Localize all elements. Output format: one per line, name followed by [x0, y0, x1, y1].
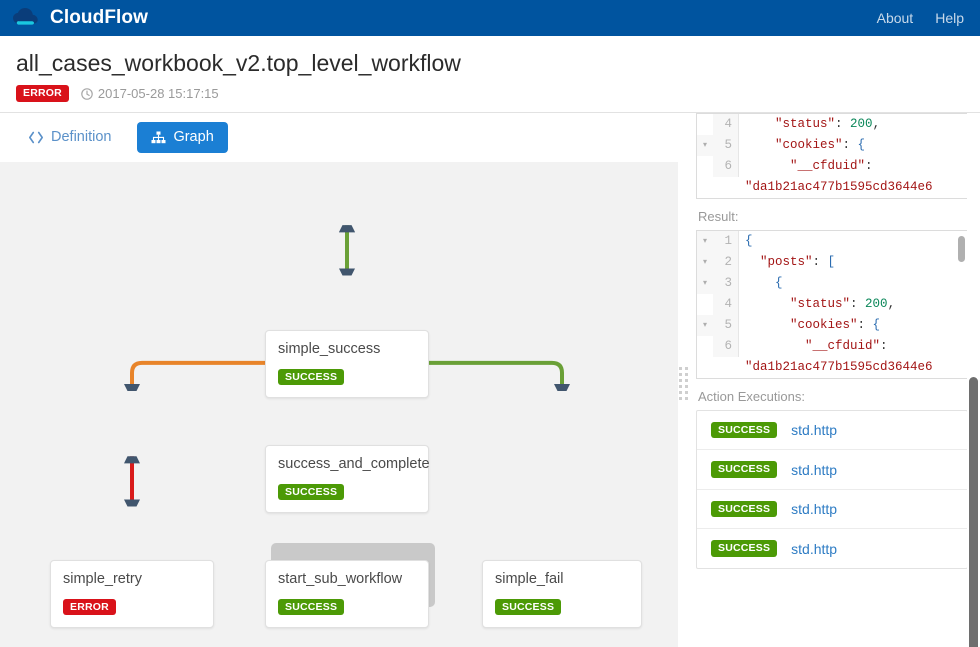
code-line: 4 "status": 200, — [697, 293, 967, 315]
execution-status-badge: SUCCESS — [711, 421, 778, 439]
fold-toggle-icon[interactable]: ▾ — [697, 251, 713, 273]
action-execution-row[interactable]: SUCCESS std.http — [697, 529, 967, 568]
execution-status-badge: SUCCESS — [711, 500, 778, 518]
code-line: 4 "status": 200, — [697, 113, 967, 135]
code-line: 6 "__cfduid": — [697, 155, 967, 177]
node-status-badge: SUCCESS — [278, 598, 345, 616]
clock-icon — [81, 87, 93, 100]
code-line: ▾ 5 "cookies": { — [697, 314, 967, 336]
code-wrapped-line: "da1b21ac477b1595cd3644e6 — [745, 179, 933, 194]
action-executions-list: SUCCESS std.http SUCCESS std.http SUCCES… — [696, 409, 968, 569]
left-column: Definition Graph simple_success SUCCESS … — [0, 112, 678, 647]
line-number: 1 — [713, 230, 739, 252]
action-execution-row[interactable]: SUCCESS std.http — [697, 450, 967, 490]
line-number: 2 — [713, 251, 739, 273]
node-title: success_and_complete — [278, 455, 430, 472]
code-line: ▾ 1 { — [697, 230, 967, 252]
code-brackets-icon — [28, 131, 44, 144]
grip-dots-icon — [678, 366, 688, 400]
cloud-icon — [12, 6, 42, 30]
code-line: ▾ 5 "cookies": { — [697, 134, 967, 156]
graph-node-success-and-complete[interactable]: success_and_complete SUCCESS — [265, 444, 430, 514]
page-header: all_cases_workbook_v2.top_level_workflow… — [0, 36, 980, 112]
action-execution-row[interactable]: SUCCESS std.http — [697, 490, 967, 530]
execution-action-link[interactable]: std.http — [791, 541, 837, 557]
code-content: "cookies": { — [775, 137, 866, 152]
sitemap-icon — [151, 131, 166, 144]
node-title: start_sub_workflow — [278, 570, 403, 587]
timestamp-text: 2017-05-28 15:17:15 — [97, 86, 219, 102]
result-code-viewer[interactable]: ▾ 1 { ▾ 2 "posts": [ ▾ 3 { 4 "status": 2… — [696, 229, 968, 379]
nav-link-about[interactable]: About — [877, 10, 914, 26]
fold-toggle-icon[interactable]: ▾ — [697, 314, 713, 336]
code-content: "__cfduid": — [805, 338, 888, 353]
result-label: Result: — [698, 208, 739, 224]
execution-action-link[interactable]: std.http — [791, 462, 837, 478]
line-number: 6 — [713, 335, 739, 357]
top-navbar: CloudFlow About Help — [0, 0, 980, 36]
node-title: simple_success — [278, 340, 381, 357]
code-wrapped-line: "da1b21ac477b1595cd3644e6 — [745, 359, 933, 374]
code-content: { — [775, 275, 783, 290]
line-number: 4 — [713, 113, 739, 135]
tab-definition[interactable]: Definition — [14, 122, 125, 153]
graph-node-simple-success[interactable]: simple_success SUCCESS — [265, 329, 429, 399]
page-scrollbar-thumb[interactable] — [969, 376, 978, 647]
timestamp: 2017-05-28 15:17:15 — [81, 86, 219, 101]
line-number: 6 — [713, 155, 739, 177]
tab-graph-label: Graph — [173, 128, 214, 145]
panel-resize-handle[interactable] — [678, 112, 688, 647]
body-wrap: Definition Graph simple_success SUCCESS … — [0, 111, 980, 647]
fold-toggle-icon[interactable]: ▾ — [697, 134, 713, 156]
nav-link-help[interactable]: Help — [935, 10, 964, 26]
page-meta: ERROR 2017-05-28 15:17:15 — [16, 85, 964, 102]
tab-definition-label: Definition — [51, 128, 112, 145]
tab-graph[interactable]: Graph — [137, 121, 228, 153]
code-content: "status": 200, — [775, 116, 881, 131]
code-line: ▾ 2 "posts": [ — [697, 251, 967, 273]
details-panel: 4 "status": 200, ▾ 5 "cookies": { 6 "__c… — [688, 112, 980, 647]
status-badge: ERROR — [16, 85, 69, 102]
node-title: simple_fail — [495, 570, 564, 587]
action-executions-label: Action Executions: — [698, 388, 805, 404]
node-status-badge: SUCCESS — [278, 368, 345, 386]
code-line: ▾ 3 { — [697, 272, 967, 294]
execution-action-link[interactable]: std.http — [791, 501, 837, 517]
fold-toggle-icon[interactable]: ▾ — [697, 272, 713, 294]
execution-status-badge: SUCCESS — [711, 540, 778, 557]
action-execution-row[interactable]: SUCCESS std.http — [697, 411, 967, 451]
input-code-viewer[interactable]: 4 "status": 200, ▾ 5 "cookies": { 6 "__c… — [696, 112, 968, 199]
code-content: { — [745, 233, 753, 248]
code-content: "posts": [ — [760, 254, 836, 269]
code-line: 6 "__cfduid": — [697, 335, 967, 357]
graph-node-simple-retry[interactable]: simple_retry ERROR — [50, 559, 214, 629]
node-status-badge: SUCCESS — [278, 483, 345, 501]
fold-toggle-icon[interactable]: ▾ — [697, 230, 713, 252]
node-title: simple_retry — [63, 570, 142, 587]
line-number: 4 — [713, 293, 739, 315]
page-scrollbar[interactable] — [967, 112, 980, 647]
brand[interactable]: CloudFlow — [12, 6, 148, 30]
line-number: 5 — [713, 134, 739, 156]
page-title: all_cases_workbook_v2.top_level_workflow — [16, 50, 461, 76]
node-status-badge: SUCCESS — [495, 598, 562, 616]
graph-node-simple-fail[interactable]: simple_fail SUCCESS — [482, 559, 642, 629]
view-tabs: Definition Graph — [0, 112, 678, 162]
node-status-badge: ERROR — [63, 598, 116, 616]
line-number: 3 — [713, 272, 739, 294]
code-content: "cookies": { — [790, 317, 881, 332]
code-content: "status": 200, — [790, 296, 896, 311]
brand-name: CloudFlow — [50, 7, 148, 28]
workflow-graph-canvas[interactable]: simple_success SUCCESS success_and_compl… — [0, 161, 678, 647]
line-number: 5 — [713, 314, 739, 336]
execution-status-badge: SUCCESS — [711, 461, 778, 478]
navbar-links: About Help — [877, 10, 964, 26]
code-content: "__cfduid": — [790, 158, 873, 173]
execution-action-link[interactable]: std.http — [791, 422, 837, 438]
code-scrollbar[interactable] — [958, 235, 965, 262]
graph-node-start-sub-workflow[interactable]: start_sub_workflow SUCCESS — [265, 559, 429, 629]
